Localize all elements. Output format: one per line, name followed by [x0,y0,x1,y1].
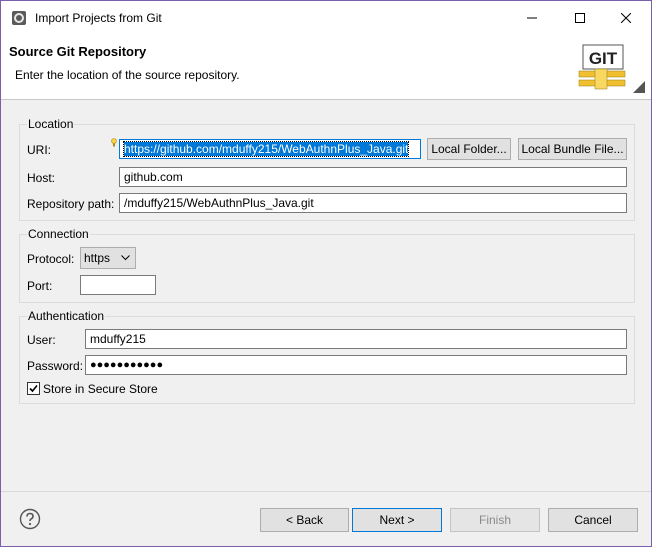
port-input[interactable] [80,275,156,295]
host-label: Host: [27,171,56,185]
host-input[interactable]: github.com [119,167,627,187]
password-label: Password: [27,359,84,373]
minimize-icon [527,17,537,19]
uri-label: URI: [27,143,51,157]
import-dialog: Import Projects from Git Source Git Repo… [0,0,652,547]
repository-path-label: Repository path: [27,197,115,211]
protocol-select[interactable]: https [80,247,136,269]
wizard-header: Source Git Repository Enter the location… [1,35,651,100]
protocol-label: Protocol: [27,252,75,266]
close-button[interactable] [603,1,649,35]
store-secure-label[interactable]: Store in Secure Store [43,382,158,396]
content-assist-bulb-icon [111,138,117,147]
finish-button[interactable]: Finish [450,508,540,532]
repository-path-input[interactable]: /mduffy215/WebAuthnPlus_Java.git [119,193,627,213]
user-input[interactable]: mduffy215 [85,329,627,349]
page-description: Enter the location of the source reposit… [15,68,240,82]
location-group-title: Location [27,117,75,131]
close-icon [621,13,631,23]
next-button[interactable]: Next > [352,508,442,532]
minimize-button[interactable] [509,1,555,35]
maximize-icon [575,13,585,23]
title-bar: Import Projects from Git [1,1,651,35]
maximize-button[interactable] [557,1,603,35]
uri-input[interactable]: https://github.com/mduffy215/WebAuthnPlu… [119,139,421,159]
authentication-group-title: Authentication [27,309,106,323]
eclipse-app-icon [12,11,26,25]
footer-separator [1,491,651,492]
page-title: Source Git Repository [9,44,147,59]
checkmark-icon [29,384,38,393]
local-bundle-file-button[interactable]: Local Bundle File... [518,138,627,160]
git-logo-icon: GIT [578,44,645,93]
local-folder-button[interactable]: Local Folder... [427,138,511,160]
user-label: User: [27,333,56,347]
protocol-value: https [84,251,111,265]
cancel-button[interactable]: Cancel [548,508,638,532]
git-logo-text: GIT [589,49,618,68]
port-label: Port: [27,279,53,293]
window-title: Import Projects from Git [35,11,162,25]
password-input[interactable]: ●●●●●●●●●●● [85,355,627,375]
back-button[interactable]: < Back [260,508,349,532]
help-icon[interactable] [19,508,41,530]
uri-value: https://github.com/mduffy215/WebAuthnPlu… [122,141,410,157]
connection-group-title: Connection [27,227,90,241]
store-secure-checkbox[interactable] [27,382,40,395]
chevron-down-icon [121,255,130,261]
